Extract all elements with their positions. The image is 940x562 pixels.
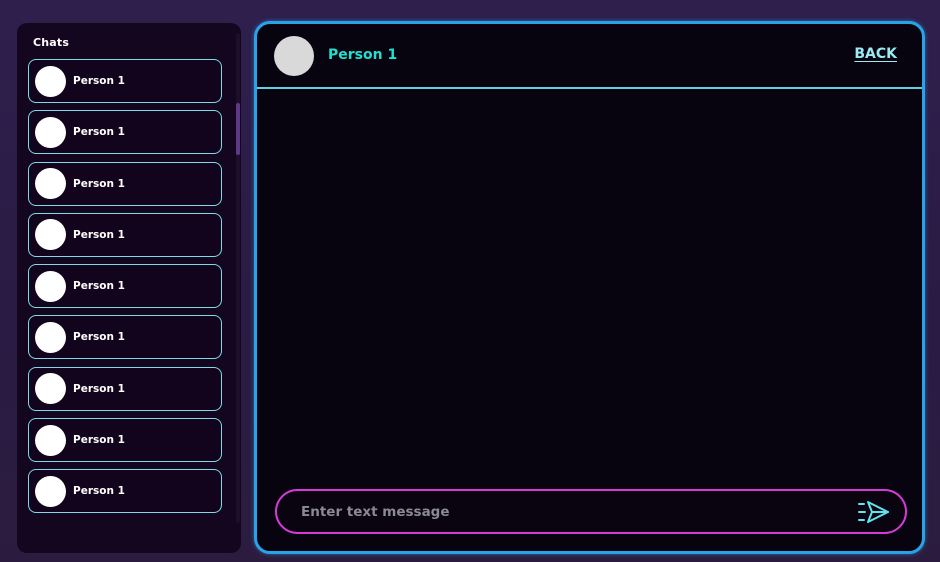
chat-list: Person 1 Person 1 Person 1 Person 1 Pers… — [28, 59, 222, 521]
chat-list-item[interactable]: Person 1 — [28, 264, 222, 309]
chat-list-item-name: Person 1 — [73, 228, 125, 241]
send-icon — [858, 501, 889, 523]
chat-list-item-name: Person 1 — [73, 177, 125, 190]
chat-list-item-name: Person 1 — [73, 280, 125, 293]
sidebar-scrollbar-thumb[interactable] — [236, 103, 240, 155]
chat-list-item[interactable]: Person 1 — [28, 315, 222, 360]
chat-list-item[interactable]: Person 1 — [28, 469, 222, 514]
contact-name: Person 1 — [328, 47, 398, 63]
chat-list-item-name: Person 1 — [73, 485, 125, 498]
chat-window: Person 1 BACK — [254, 21, 925, 554]
chat-list-item[interactable]: Person 1 — [28, 161, 222, 206]
messages-area — [257, 91, 922, 486]
message-composer — [275, 489, 907, 534]
send-button[interactable] — [857, 498, 891, 526]
avatar — [35, 424, 66, 456]
chat-list-item-name: Person 1 — [73, 382, 125, 395]
contact-avatar — [274, 36, 314, 76]
avatar — [35, 168, 66, 200]
chat-list-item-name: Person 1 — [73, 126, 125, 139]
avatar — [35, 219, 66, 251]
chat-list-item-name: Person 1 — [73, 331, 125, 344]
chat-list-item-name: Person 1 — [73, 75, 125, 87]
sidebar-title: Chats — [33, 36, 70, 49]
chat-sidebar: Chats Person 1 Person 1 Person 1 Person … — [17, 23, 241, 553]
back-button[interactable]: BACK — [854, 46, 897, 62]
chat-header: Person 1 BACK — [257, 24, 922, 89]
avatar — [35, 373, 66, 405]
avatar — [35, 270, 66, 302]
avatar — [35, 321, 66, 353]
message-input[interactable] — [301, 501, 841, 523]
chat-list-item[interactable]: Person 1 — [28, 110, 222, 155]
avatar — [35, 116, 66, 148]
avatar — [35, 65, 66, 97]
chat-list-item[interactable]: Person 1 — [28, 59, 222, 103]
avatar — [35, 475, 66, 507]
chat-list-item-name: Person 1 — [73, 434, 125, 447]
chat-list-item[interactable]: Person 1 — [28, 212, 222, 257]
chat-list-item[interactable]: Person 1 — [28, 366, 222, 411]
chat-list-item[interactable]: Person 1 — [28, 418, 222, 463]
